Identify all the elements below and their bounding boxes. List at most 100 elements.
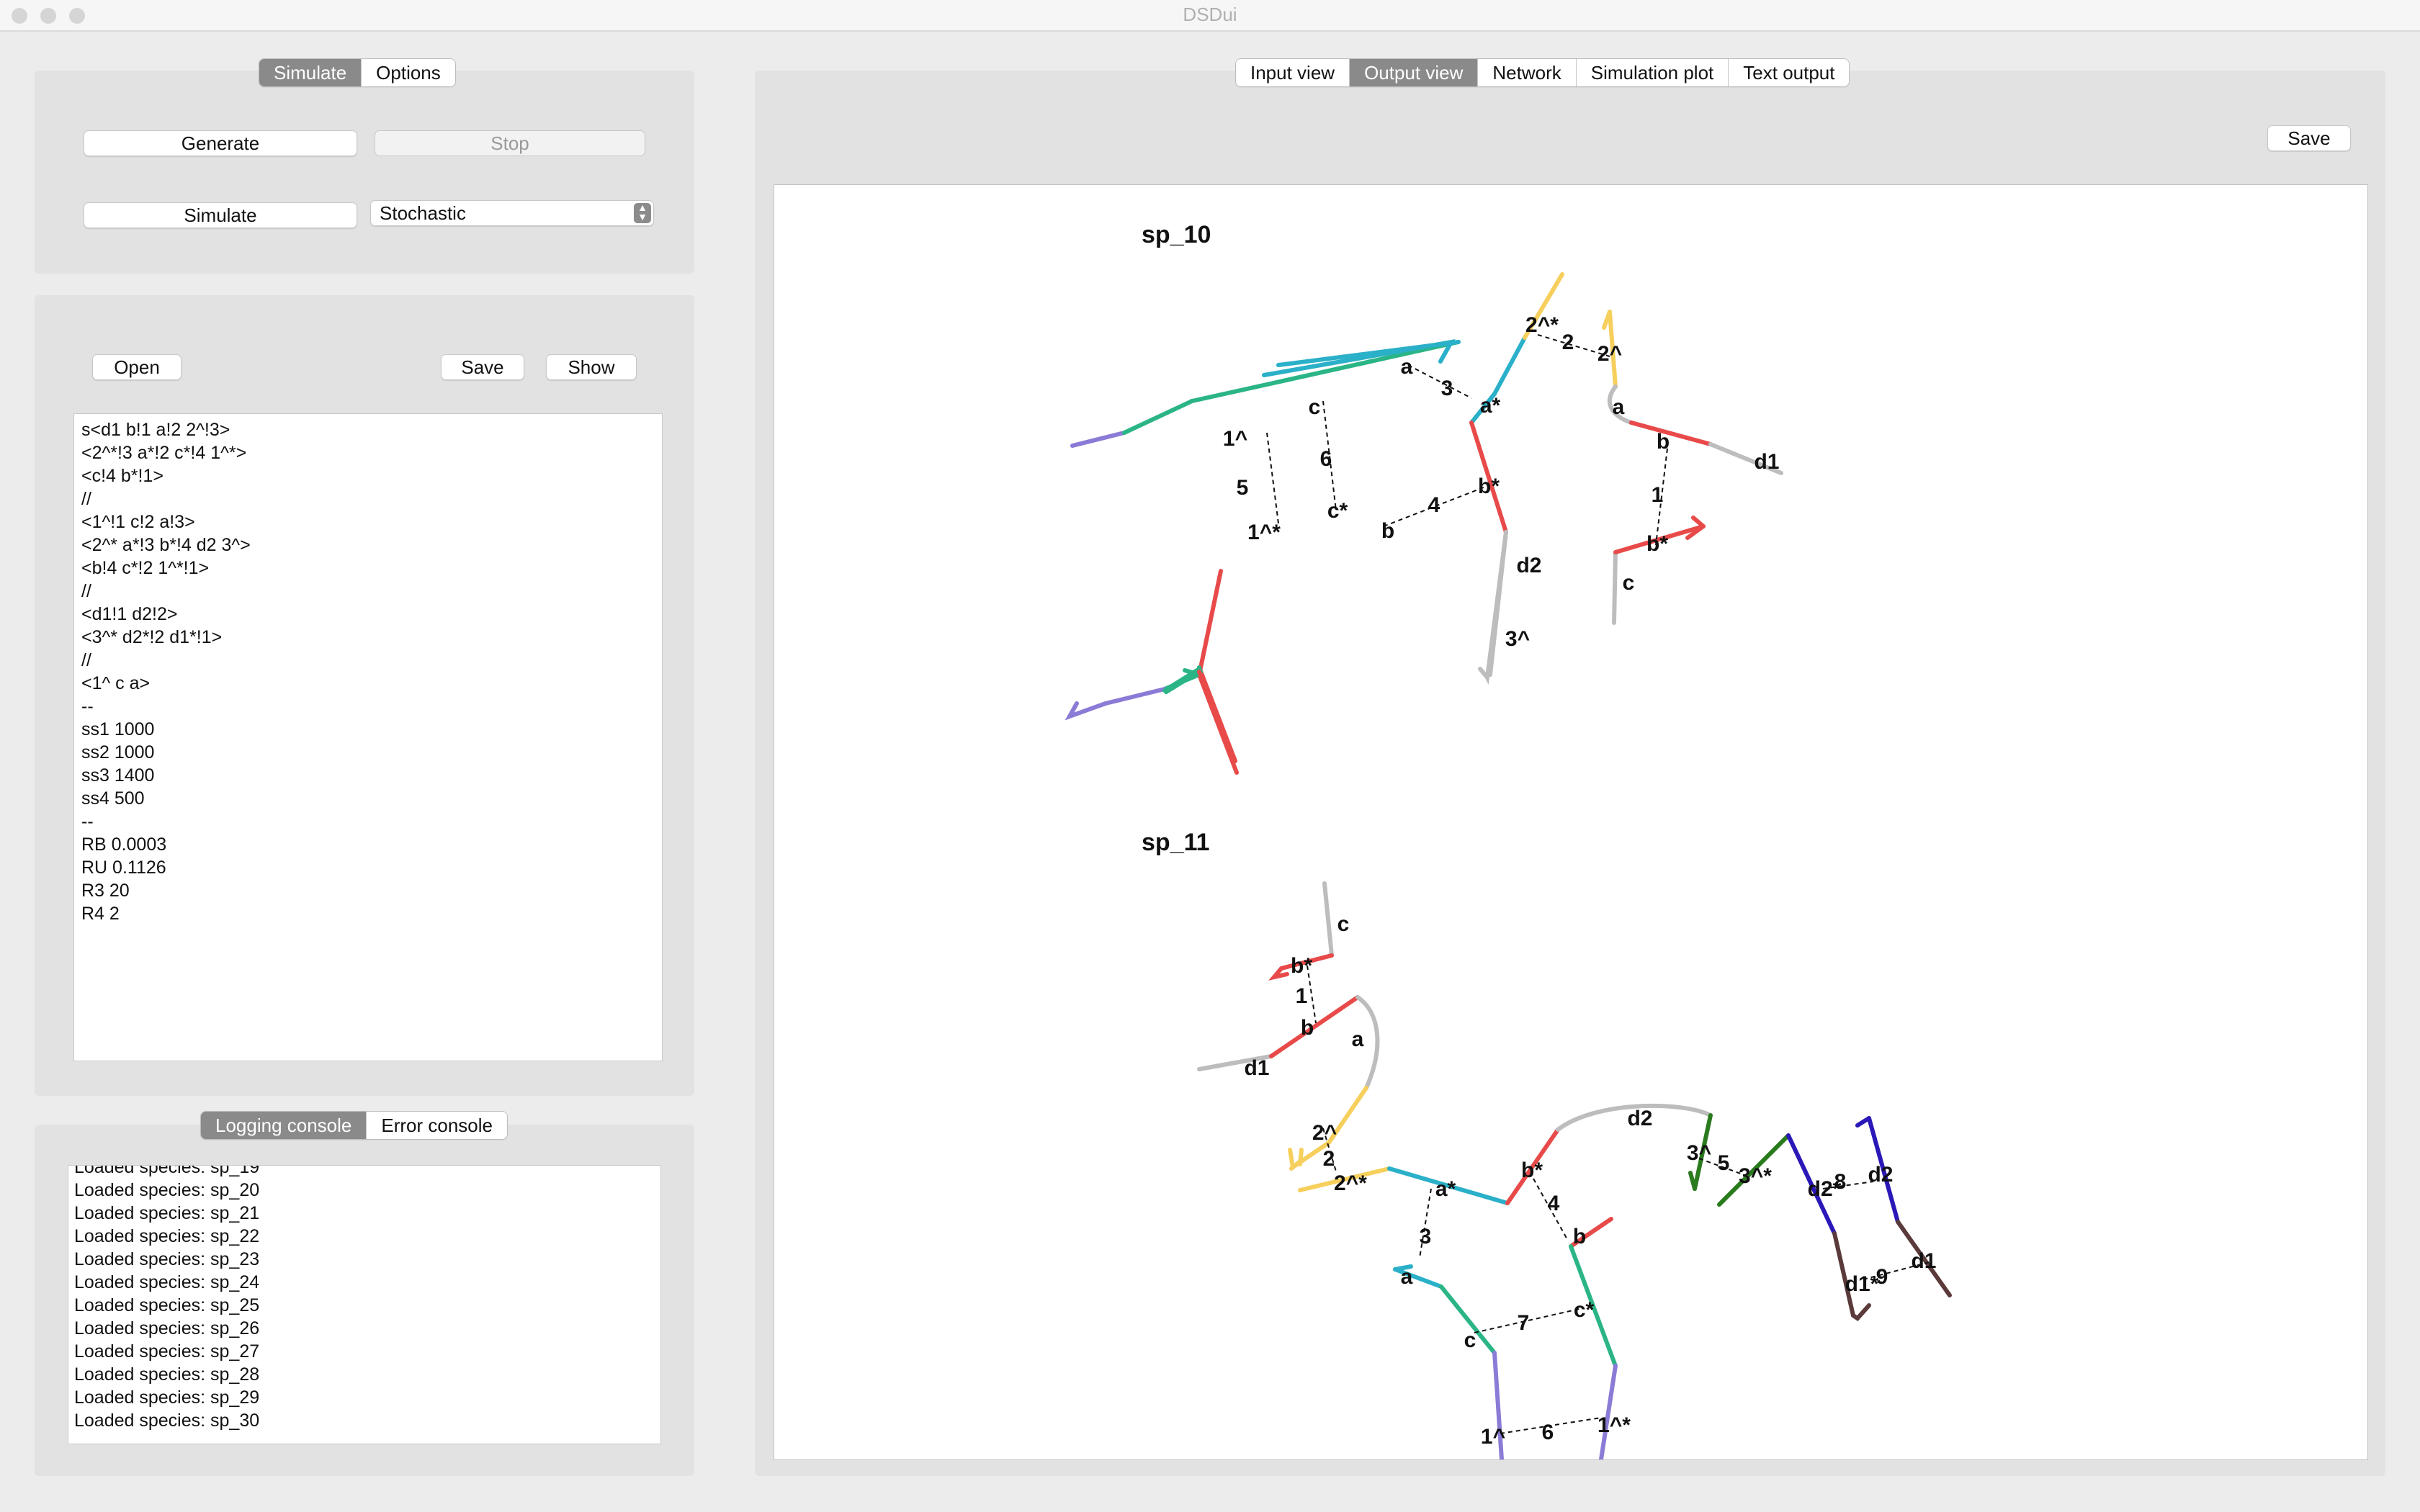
log-line: Loaded species: sp_28 [74, 1364, 260, 1385]
domain-label: 6 [1542, 1421, 1554, 1444]
code-line: <1^!1 c!2 a!3> [81, 512, 195, 532]
log-lines: Loaded species: sp_19 Loaded species: sp_… [68, 1165, 660, 1432]
code-line: <1^ c a> [81, 673, 151, 693]
domain-label: b [1301, 1016, 1314, 1040]
domain-label: 3^ [1505, 627, 1530, 651]
domain-label: 1 [1296, 984, 1308, 1008]
domain-label: d1 [1244, 1056, 1269, 1080]
tab-options[interactable]: Options [362, 59, 455, 86]
tab-logging-console[interactable]: Logging console [201, 1112, 367, 1139]
open-button[interactable]: Open [92, 354, 182, 380]
code-line: s<d1 b!1 a!2 2^!3> [81, 420, 230, 440]
code-editor[interactable]: s<d1 b!1 a!2 2^!3> <2^*!3 a*!2 c*!4 1^*> <… [73, 413, 663, 1061]
species-diagram: sp_10 sp_11 a 3 a* 2^* 2 2^ c 6 1^ 5 1^*… [1065, 221, 1952, 1459]
bond-sp10-3 [1407, 364, 1472, 399]
domain-label: 1 [1652, 483, 1664, 507]
domain-label: 9 [1876, 1265, 1888, 1289]
code-line: ss4 500 [81, 788, 145, 809]
code-line: R4 2 [81, 904, 120, 924]
domain-label: b* [1291, 954, 1312, 978]
domain-label: b [1657, 430, 1670, 454]
tab-network[interactable]: Network [1478, 59, 1577, 86]
species-canvas[interactable]: sp_10 sp_11 a 3 a* 2^* 2 2^ c 6 1^ 5 1^*… [774, 184, 2368, 1460]
tab-output-view[interactable]: Output view [1350, 59, 1479, 86]
bond-sp10-5 [1266, 432, 1279, 524]
code-line: ss2 1000 [81, 742, 155, 762]
domain-label: b* [1521, 1158, 1543, 1182]
species-label-sp11: sp_11 [1142, 829, 1210, 856]
domain-label: 8 [1834, 1170, 1847, 1194]
code-line: // [81, 489, 91, 509]
domain-label: d1 [1911, 1249, 1936, 1273]
arrowhead-sp11-bstar [1268, 966, 1289, 981]
simulation-mode-select[interactable]: Stochastic ▲ ▼ [370, 200, 654, 226]
domain-label: c [1309, 395, 1321, 419]
species-label-sp10: sp_10 [1142, 221, 1211, 248]
domain-label: a [1401, 355, 1413, 379]
code-line: <c!4 b*!1> [81, 466, 163, 486]
strand-sp10-b [1197, 569, 1223, 677]
view-tabs: Input view Output view Network Simulatio… [1235, 58, 1850, 87]
arrowhead-sp10-1 [1065, 701, 1108, 721]
domain-labels-sp10: a 3 a* 2^* 2 2^ c 6 1^ 5 1^* c* 4 b* b d… [1223, 313, 1780, 651]
domain-label: a [1613, 395, 1625, 419]
domain-label: 1^* [1597, 1413, 1631, 1437]
log-line: Loaded species: sp_30 [74, 1410, 260, 1431]
domain-label: 7 [1518, 1311, 1530, 1335]
domain-label: 3 [1441, 377, 1453, 400]
domain-label: b [1573, 1225, 1586, 1248]
log-line: Loaded species: sp_23 [74, 1249, 260, 1269]
arrowhead-sp11-3hat [1688, 1171, 1697, 1191]
code-line: // [81, 581, 91, 601]
chevron-up-down-icon: ▲ ▼ [634, 202, 651, 223]
domain-label: 1^ [1481, 1425, 1505, 1449]
strand-sp10-1hatstar [1103, 687, 1167, 706]
domain-label: d2 [1868, 1163, 1893, 1187]
tab-text-output[interactable]: Text output [1729, 59, 1850, 86]
log-line: Loaded species: sp_19 [74, 1165, 260, 1177]
domain-label: c [1623, 571, 1635, 595]
domain-label: c* [1327, 499, 1348, 523]
save-file-button[interactable]: Save [441, 354, 524, 380]
domain-label: 4 [1548, 1192, 1560, 1215]
log-line: Loaded species: sp_21 [74, 1203, 260, 1223]
strand-sp11-b [1269, 995, 1360, 1058]
window-title: DSDui [1183, 4, 1237, 25]
simulate-panel [35, 71, 694, 274]
domain-label: c* [1574, 1298, 1595, 1322]
domain-label: 2^* [1525, 313, 1559, 337]
show-button[interactable]: Show [546, 354, 637, 380]
domain-label: b* [1478, 474, 1500, 498]
log-line: Loaded species: sp_22 [74, 1226, 260, 1246]
stop-button[interactable]: Stop [375, 130, 645, 156]
simulate-button[interactable]: Simulate [84, 202, 357, 228]
domain-label: a [1352, 1027, 1364, 1051]
domain-label: 3^* [1739, 1164, 1772, 1188]
domain-label: a* [1480, 394, 1501, 418]
log-console[interactable]: Loaded species: sp_19 Loaded species: sp_… [68, 1165, 661, 1444]
tab-simulate[interactable]: Simulate [259, 59, 362, 86]
domain-label: 1^* [1247, 521, 1281, 544]
domain-label: 2 [1562, 330, 1574, 354]
code-line: ss1 1000 [81, 719, 155, 739]
simulation-mode-value: Stochastic [380, 202, 466, 224]
code-line: -- [81, 696, 94, 716]
save-output-button[interactable]: Save [2267, 125, 2351, 151]
domain-label: b* [1646, 532, 1668, 556]
tab-simulation-plot[interactable]: Simulation plot [1576, 59, 1729, 86]
domain-label: d1 [1754, 450, 1779, 474]
domain-label: 6 [1320, 447, 1332, 471]
code-line: <3^* d2*!2 d1*!1> [81, 627, 223, 647]
domain-label: 5 [1718, 1151, 1730, 1175]
console-tabs: Logging console Error console [200, 1111, 508, 1140]
log-line: Loaded species: sp_24 [74, 1272, 260, 1292]
domain-label: 5 [1237, 476, 1249, 500]
arrowhead-sp11-d1star [1851, 1303, 1871, 1321]
tab-error-console[interactable]: Error console [367, 1112, 508, 1139]
generate-button[interactable]: Generate [84, 130, 357, 156]
code-line: -- [81, 811, 94, 832]
strand-sp10-b-lower [1197, 670, 1237, 763]
tab-input-view[interactable]: Input view [1236, 59, 1350, 86]
code-line: <2^* a*!3 b*!4 d2 3^> [81, 535, 251, 555]
strand-sp10-c-lower [1164, 670, 1201, 694]
